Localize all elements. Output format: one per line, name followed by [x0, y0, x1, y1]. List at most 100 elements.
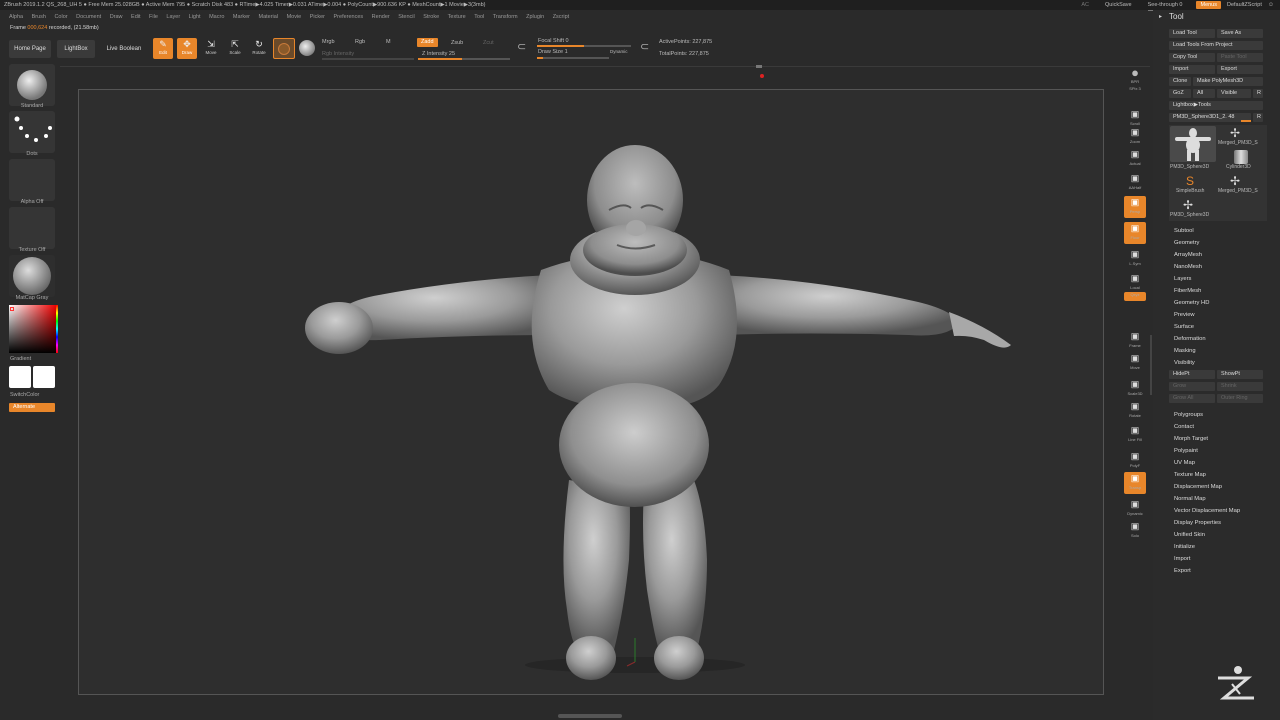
section-visibility[interactable]: Visibility	[1174, 360, 1195, 366]
ac-label[interactable]: AC	[1081, 0, 1089, 10]
section-displacement-map[interactable]: Displacement Map	[1174, 484, 1222, 490]
outer-ring-button[interactable]: Outer Ring	[1217, 394, 1263, 403]
tpose-thumb-icon-3[interactable]: ✢	[1183, 198, 1193, 212]
shelf-polyf-button[interactable]: ▣ PolyF	[1124, 450, 1146, 472]
goz-visible-button[interactable]: Visible	[1217, 89, 1251, 98]
mrgb-button[interactable]: Mrgb	[322, 39, 335, 45]
section-uv-map[interactable]: UV Map	[1174, 460, 1195, 466]
section-initialize[interactable]: Initialize	[1174, 544, 1195, 550]
secondary-color-swatch[interactable]	[33, 366, 55, 388]
section-subtool[interactable]: Subtool	[1174, 228, 1194, 234]
focal-shift-slider[interactable]: Focal Shift 0	[538, 38, 569, 44]
section-arraymesh[interactable]: ArrayMesh	[1174, 252, 1202, 258]
section-geometry[interactable]: Geometry	[1174, 240, 1199, 246]
export-button[interactable]: Export	[1217, 65, 1263, 74]
menu-macro[interactable]: Macro	[209, 12, 224, 23]
hue-strip[interactable]	[56, 305, 58, 353]
cylinder-thumb-icon[interactable]	[1234, 150, 1248, 164]
quicksave-button[interactable]: QuickSave	[1105, 0, 1132, 10]
section-surface[interactable]: Surface	[1174, 324, 1194, 330]
menu-movie[interactable]: Movie	[287, 12, 302, 23]
menu-render[interactable]: Render	[372, 12, 390, 23]
tool-thumb-active[interactable]	[1170, 126, 1216, 162]
canvas-viewport[interactable]	[78, 89, 1104, 695]
section-layers[interactable]: Layers	[1174, 276, 1191, 282]
menu-preferences[interactable]: Preferences	[334, 12, 364, 23]
menu-color[interactable]: Color	[54, 12, 67, 23]
menu-picker[interactable]: Picker	[310, 12, 325, 23]
brush-selector[interactable]	[9, 64, 55, 106]
menu-document[interactable]: Document	[76, 12, 101, 23]
shelf-l-sym-button[interactable]: ▣ L.Sym	[1124, 248, 1146, 270]
section-geometry-hd[interactable]: Geometry HD	[1174, 300, 1209, 306]
zadd-button[interactable]: Zadd	[417, 38, 438, 47]
current-tool-slider[interactable]: PM3D_Sphere3D1_2. 48	[1169, 113, 1251, 122]
shelf-zoom-button[interactable]: ▣ Zoom	[1124, 126, 1146, 148]
grow-all-button[interactable]: Grow All	[1169, 394, 1215, 403]
default-zscript-button[interactable]: DefaultZScript	[1227, 0, 1262, 10]
shrink-button[interactable]: Shrink	[1217, 382, 1263, 391]
tool-palette-title[interactable]: Tool	[1169, 12, 1184, 21]
grow-button[interactable]: Grow	[1169, 382, 1215, 391]
m-button[interactable]: M	[386, 39, 391, 45]
material-selector[interactable]	[9, 255, 55, 297]
shelf-dynamic-button[interactable]: ▣ Dynamic	[1124, 498, 1146, 520]
menu-stroke[interactable]: Stroke	[423, 12, 439, 23]
section-export[interactable]: Export	[1174, 568, 1191, 574]
section-import[interactable]: Import	[1174, 556, 1190, 562]
shelf-aahalf-button[interactable]: ▣ AAHalf	[1124, 172, 1146, 194]
load-tool-button[interactable]: Load Tool	[1169, 29, 1215, 38]
make-polymesh-button[interactable]: Make PolyMesh3D	[1193, 77, 1263, 86]
lightbox-tools-button[interactable]: Lightbox▶Tools	[1169, 101, 1263, 110]
section-nanomesh[interactable]: NanoMesh	[1174, 264, 1202, 270]
menu-tool[interactable]: Tool	[474, 12, 484, 23]
shelf-spix-3-button[interactable]: SPix 3	[1124, 86, 1146, 98]
shelf-solo-button[interactable]: ▣ Solo	[1124, 520, 1146, 542]
section-deformation[interactable]: Deformation	[1174, 336, 1206, 342]
section-polypaint[interactable]: Polypaint	[1174, 448, 1198, 454]
zcut-button[interactable]: Zcut	[483, 40, 494, 46]
menu-zplugin[interactable]: Zplugin	[526, 12, 544, 23]
color-picker[interactable]	[9, 305, 56, 353]
rgb-intensity-slider[interactable]: Rgb Intensity	[322, 51, 354, 57]
shelf-local-button[interactable]: ▣ Local	[1124, 272, 1146, 294]
alpha-selector[interactable]	[9, 159, 55, 201]
section-preview[interactable]: Preview	[1174, 312, 1195, 318]
z-intensity-slider[interactable]: Z Intensity 25	[422, 51, 455, 57]
import-button[interactable]: Import	[1169, 65, 1215, 74]
goz-r-button[interactable]: R	[1253, 89, 1263, 98]
live-boolean-button[interactable]: Live Boolean	[101, 40, 147, 58]
draw-size-track[interactable]	[537, 57, 609, 59]
menu-transform[interactable]: Transform	[493, 12, 518, 23]
rgb-intensity-track[interactable]	[322, 58, 414, 60]
menu-brush[interactable]: Brush	[32, 12, 46, 23]
switch-color-button[interactable]: SwitchColor	[10, 392, 39, 398]
bottom-shelf-grip[interactable]	[558, 714, 622, 718]
shelf-line-fill-button[interactable]: ▣ Line Fill	[1124, 424, 1146, 446]
draw-size-slider[interactable]: Draw Size 1	[538, 49, 568, 55]
shelf-scrollbar[interactable]	[1150, 335, 1152, 395]
goz-all-button[interactable]: All	[1193, 89, 1215, 98]
save-as-button[interactable]: Save As	[1217, 29, 1263, 38]
dynamic-toggle[interactable]: Dynamic	[610, 49, 628, 54]
texture-selector[interactable]	[9, 207, 55, 249]
section-contact[interactable]: Contact	[1174, 424, 1194, 430]
menu-zscript[interactable]: Zscript	[553, 12, 570, 23]
shelf-rotate-button[interactable]: ▣ Rotate	[1124, 400, 1146, 422]
shelf-transp-button[interactable]: ▣ Transp	[1124, 472, 1146, 494]
z-intensity-track[interactable]	[418, 58, 510, 60]
menu-light[interactable]: Light	[189, 12, 201, 23]
rgb-button[interactable]: Rgb	[355, 39, 365, 45]
menus-button[interactable]: Menus	[1196, 1, 1221, 9]
current-tool-r-button[interactable]: R	[1253, 113, 1263, 122]
menu-alpha[interactable]: Alpha	[9, 12, 23, 23]
stroke-selector[interactable]	[9, 111, 55, 153]
copy-tool-button[interactable]: Copy Tool	[1169, 53, 1215, 62]
scale-button[interactable]: ⇱ Scale	[225, 38, 245, 59]
menu-draw[interactable]: Draw	[110, 12, 123, 23]
shelf-bpr-button[interactable]: ● BPR	[1124, 66, 1146, 88]
edit-button[interactable]: ✎ Edit	[153, 38, 173, 59]
menu-material[interactable]: Material	[259, 12, 279, 23]
shelf-grip[interactable]	[756, 65, 762, 68]
shelf-move-button[interactable]: ▣ Move	[1124, 352, 1146, 374]
